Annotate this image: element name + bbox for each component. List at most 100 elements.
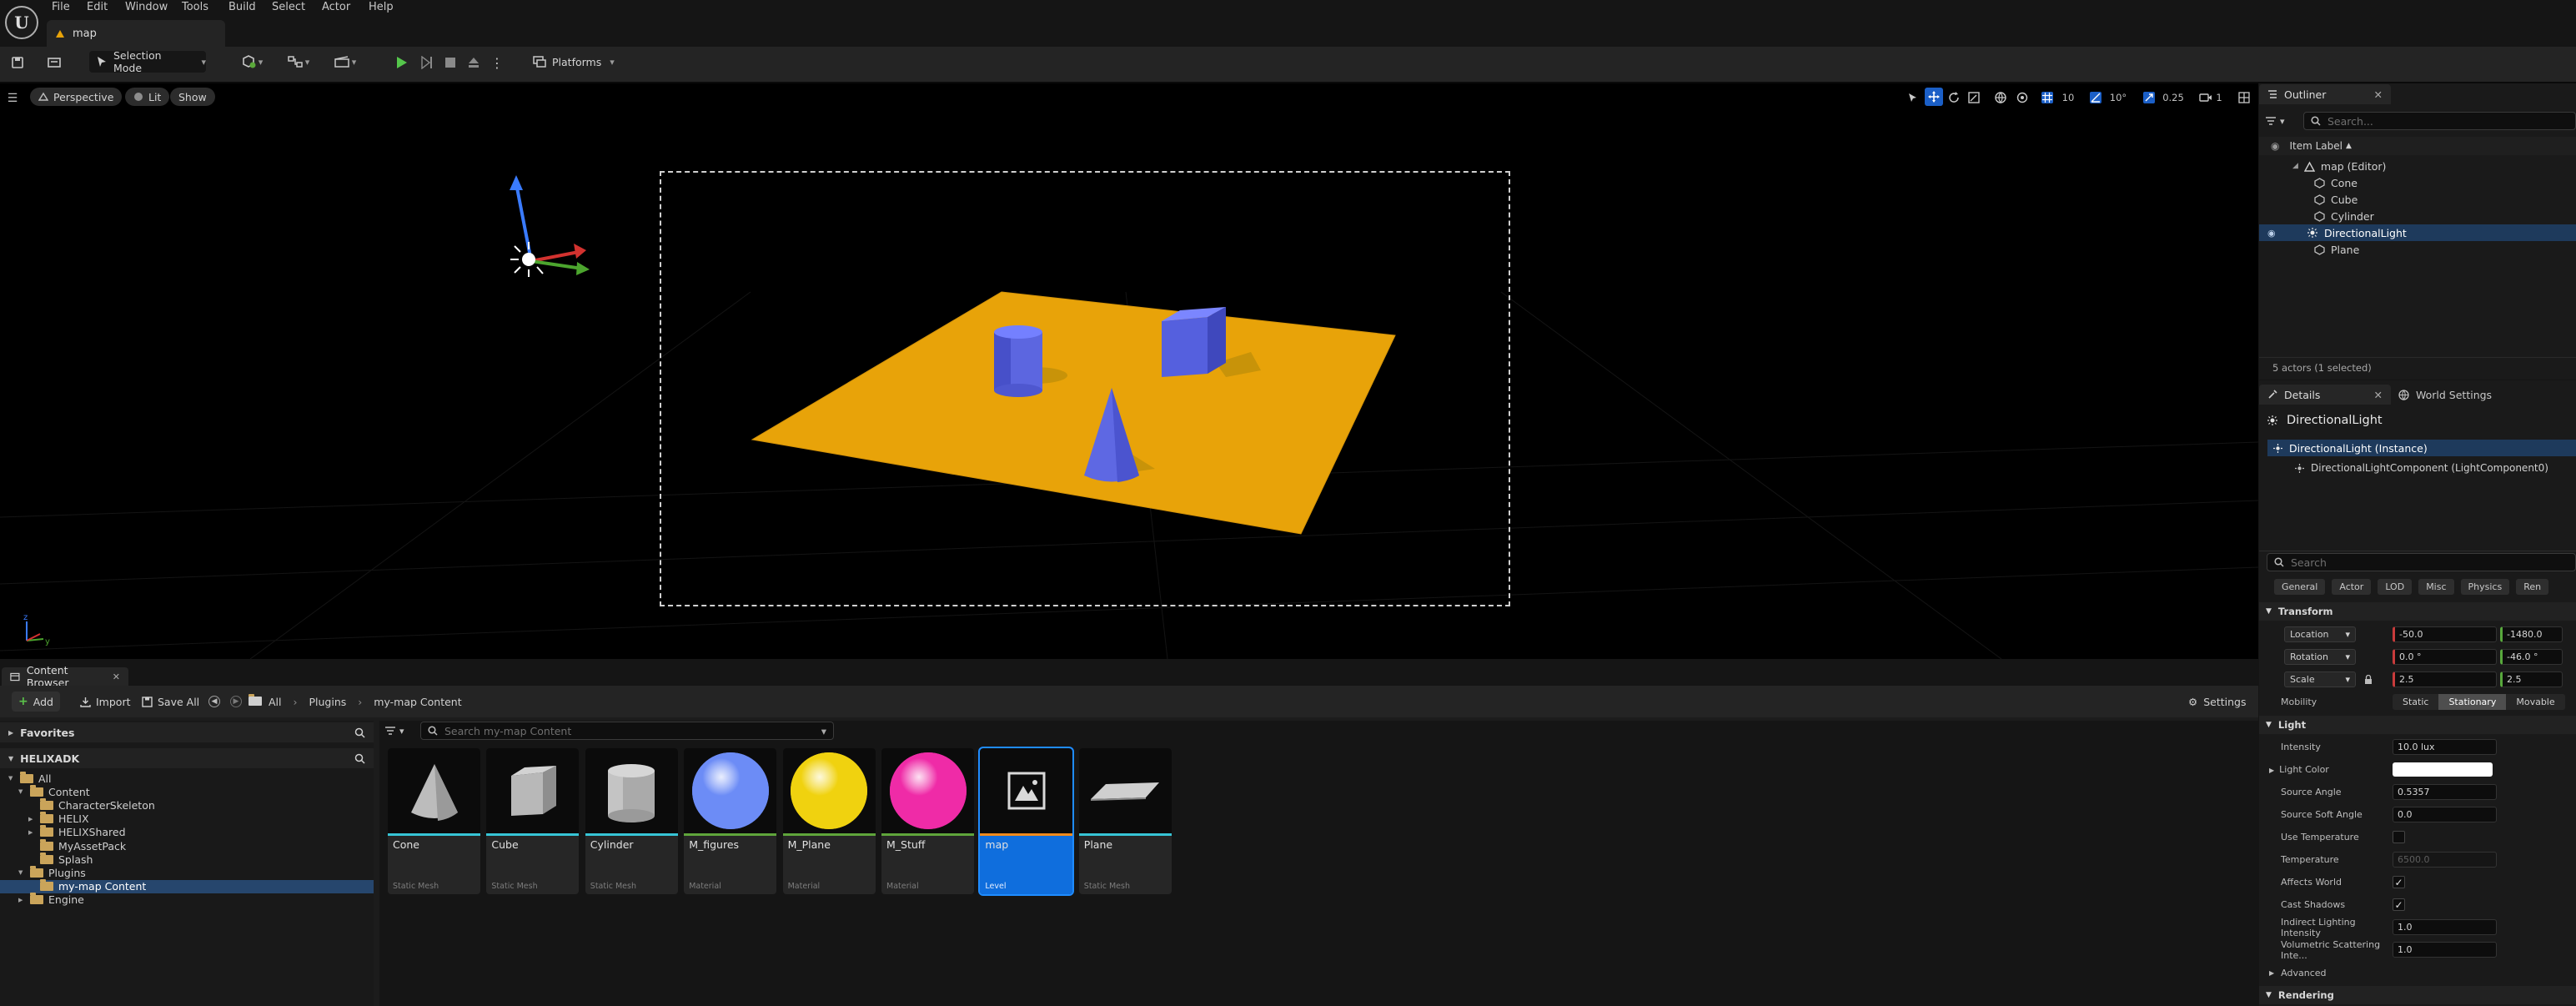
volumetric-scattering-field[interactable]: 1.0 [2393,942,2497,958]
save-all-button[interactable]: Save All [135,692,206,712]
asset-tile-m-plane[interactable]: M_Plane Material [782,748,876,894]
location-x-field[interactable]: -50.0 [2393,626,2497,642]
menu-file[interactable]: File [52,0,70,15]
asset-filter-button[interactable]: ▾ [384,722,416,739]
viewport-layout-icon[interactable] [2237,89,2252,106]
world-local-icon[interactable] [1993,89,2008,106]
rotation-y-field[interactable]: -46.0 ° [2500,649,2563,665]
visibility-eye-icon[interactable]: ◉ [2267,228,2301,239]
rotation-snap-value[interactable]: 10° [2108,89,2128,106]
directional-light-gizmo[interactable] [510,175,590,277]
search-icon[interactable] [354,727,365,738]
asset-search-input[interactable]: Search my-map Content ▾ [420,722,834,740]
asset-tile-m-figures[interactable]: M_figures Material [684,748,777,894]
add-button[interactable]: + Add [12,692,60,712]
menu-tools[interactable]: Tools [182,0,208,15]
world-settings-tab[interactable]: World Settings [2398,385,2492,405]
indirect-lighting-field[interactable]: 1.0 [2393,919,2497,935]
filter-physics[interactable]: Physics [2460,579,2510,595]
rotation-snap-icon[interactable] [2088,89,2103,106]
outliner-filter-button[interactable]: ▾ [2265,112,2298,130]
folder-row[interactable]: my-map Content [0,879,374,893]
asset-tile-plane[interactable]: Plane Static Mesh [1078,748,1172,894]
more-options-icon[interactable]: ⋮ [489,52,505,73]
grid-snap-value[interactable]: 10 [2061,89,2075,106]
folder-row[interactable]: ▼ Content [0,784,374,798]
affects-world-checkbox[interactable]: ✓ [2393,876,2405,888]
scale-x-field[interactable]: 2.5 [2393,672,2497,687]
save-icon[interactable] [8,52,27,73]
cast-shadows-checkbox[interactable]: ✓ [2393,898,2405,911]
chevron-down-icon[interactable]: ▼ [18,869,25,876]
source-soft-angle-field[interactable]: 0.0 [2393,807,2497,822]
menu-actor[interactable]: Actor [322,0,350,15]
scale-dropdown[interactable]: Scale ▾ [2284,672,2356,687]
folder-row[interactable]: ▶ HELIXShared [0,825,374,839]
rendering-section-header[interactable]: ▼ Rendering [2259,986,2576,1004]
forward-arrow-icon[interactable]: ▶ [230,696,242,707]
close-icon[interactable]: ✕ [113,672,120,682]
cinematics-button[interactable]: ▾ [327,51,364,73]
level-document-tab[interactable]: map [47,20,225,47]
asset-tile-cylinder[interactable]: Cylinder Static Mesh [585,748,678,894]
viewport-menu-icon[interactable]: ☰ [5,90,20,107]
transform-section-header[interactable]: ▼ Transform [2259,602,2576,621]
light-color-swatch[interactable] [2393,762,2493,777]
outliner-row-cylinder[interactable]: Cylinder [2259,208,2576,224]
outliner-tab[interactable]: Outliner ✕ [2259,84,2391,104]
location-y-field[interactable]: -1480.0 [2500,626,2563,642]
component-row[interactable]: DirectionalLightComponent (LightComponen… [2267,460,2576,476]
filter-general[interactable]: General [2274,579,2326,595]
location-dropdown[interactable]: Location ▾ [2284,626,2356,642]
folder-row[interactable]: ▶ Engine [0,893,374,907]
back-arrow-icon[interactable]: ◀ [208,696,220,707]
scale-y-field[interactable]: 2.5 [2500,672,2563,687]
chevron-down-icon[interactable]: ▼ [18,788,25,795]
folder-row[interactable]: MyAssetPack [0,838,374,853]
project-section[interactable]: ▼ HELIXADK [0,748,374,768]
source-angle-field[interactable]: 0.5357 [2393,784,2497,800]
advanced-expander[interactable]: ▶ Advanced [2259,963,2576,982]
eject-button[interactable] [464,52,484,73]
filter-lod[interactable]: LOD [2378,579,2413,595]
surface-snap-icon[interactable] [2015,89,2030,106]
settings-button[interactable]: ⚙ Settings [2188,693,2247,710]
breadcrumb-plugins[interactable]: Plugins [309,696,347,708]
menu-build[interactable]: Build [228,0,256,15]
filter-actor[interactable]: Actor [2332,579,2372,595]
content-drawer-icon[interactable] [43,52,65,73]
selection-mode-dropdown[interactable]: Selection Mode ▾ [89,49,206,74]
scale-tool-icon[interactable] [1966,89,1981,106]
breadcrumb-all[interactable]: All [269,696,282,708]
menu-edit[interactable]: Edit [87,0,108,15]
platforms-dropdown[interactable]: Platforms ▾ [528,51,620,73]
breadcrumb-current[interactable]: my-map Content [374,696,461,708]
rotation-x-field[interactable]: 0.0 ° [2393,649,2497,665]
content-browser-tab[interactable]: Content Browser ✕ [2,664,128,689]
outliner-column-header[interactable]: ◉ Item Label ▲ [2259,137,2576,155]
lock-icon[interactable] [2364,674,2373,685]
folder-row[interactable]: ▼ All [0,771,374,785]
outliner-row-cube[interactable]: Cube [2259,191,2576,208]
menu-select[interactable]: Select [272,0,305,15]
folder-row[interactable]: ▼ Plugins [0,865,374,879]
filter-rendering[interactable]: Ren [2516,579,2549,595]
folder-row[interactable]: CharacterSkeleton [0,797,374,812]
advance-frame-button[interactable] [417,52,437,73]
light-section-header[interactable]: ▼ Light [2259,716,2576,734]
outliner-row-plane[interactable]: Plane [2259,241,2576,258]
show-button[interactable]: Show [170,88,215,106]
details-tab[interactable]: Details ✕ [2259,385,2391,405]
translate-tool-icon[interactable] [1925,88,1943,106]
camera-speed-icon[interactable] [2198,89,2213,106]
outliner-search-input[interactable]: Search... [2303,112,2576,130]
asset-tile-map[interactable]: map Level [978,747,1075,896]
mobility-stationary[interactable]: Stationary [2438,694,2507,710]
outliner-row-cone[interactable]: Cone [2259,174,2576,191]
favorites-section[interactable]: ▶ Favorites [0,722,374,742]
mobility-static[interactable]: Static [2393,694,2439,710]
unreal-logo-icon[interactable]: U [5,6,38,39]
outliner-row-directionallight[interactable]: ◉ DirectionalLight [2259,224,2576,241]
folder-row[interactable]: Splash [0,852,374,866]
select-tool-icon[interactable] [1906,89,1921,106]
